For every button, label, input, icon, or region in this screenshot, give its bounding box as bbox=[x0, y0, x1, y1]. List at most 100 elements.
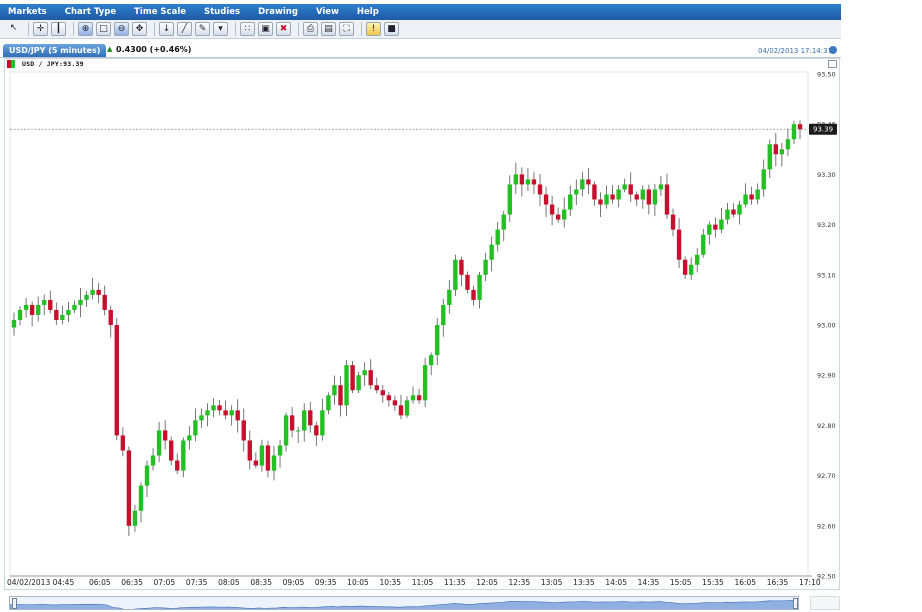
candle-body bbox=[574, 189, 579, 195]
candle-body bbox=[235, 410, 240, 421]
y-tick-label: 93.00 bbox=[817, 322, 836, 330]
x-tick-label: 10:35 bbox=[379, 578, 401, 587]
candle-body bbox=[628, 184, 633, 195]
candle-body bbox=[598, 199, 603, 205]
price-chart[interactable]: 93.5093.4093.3093.2093.1093.0092.9092.80… bbox=[0, 0, 922, 612]
candle-body bbox=[344, 365, 349, 406]
candle-body bbox=[785, 139, 791, 150]
candle-body bbox=[749, 194, 754, 200]
candle-body bbox=[719, 219, 724, 230]
y-tick-label: 92.80 bbox=[817, 422, 836, 430]
candle-body bbox=[616, 189, 621, 200]
candle-body bbox=[96, 289, 101, 295]
candle-body bbox=[84, 294, 89, 300]
navigator-left-handle[interactable] bbox=[12, 598, 17, 609]
candle-body bbox=[162, 430, 168, 441]
candle-body bbox=[295, 430, 301, 432]
candle-body bbox=[580, 179, 585, 190]
candle-body bbox=[767, 144, 772, 170]
y-tick-label: 93.30 bbox=[817, 171, 836, 179]
candle-body bbox=[48, 299, 53, 310]
candle-body bbox=[489, 244, 494, 260]
candle-body bbox=[737, 204, 742, 215]
candle-body bbox=[338, 385, 343, 406]
candle-body bbox=[701, 234, 706, 255]
candle-body bbox=[422, 365, 428, 401]
candle-body bbox=[562, 209, 567, 220]
candle-body bbox=[652, 189, 658, 205]
x-tick-label: 17:10 bbox=[799, 578, 821, 587]
candle-body bbox=[604, 194, 609, 205]
x-tick-label: 14:35 bbox=[638, 578, 660, 587]
candle-body bbox=[114, 325, 119, 436]
candle-body bbox=[392, 400, 398, 406]
candle-body bbox=[731, 209, 736, 215]
y-tick-label: 92.70 bbox=[817, 472, 836, 480]
candle-body bbox=[531, 179, 537, 185]
x-tick-label: 11:05 bbox=[412, 578, 434, 587]
candle-body bbox=[592, 184, 597, 200]
candle-body bbox=[453, 259, 458, 290]
candle-body bbox=[755, 189, 760, 200]
candle-body bbox=[477, 274, 482, 300]
candle-body bbox=[416, 395, 422, 401]
candle-body bbox=[271, 455, 277, 471]
candle-body bbox=[537, 184, 543, 195]
candle-body bbox=[380, 390, 386, 396]
x-tick-label: 13:35 bbox=[573, 578, 595, 587]
candle-body bbox=[471, 289, 476, 300]
candle-body bbox=[441, 304, 446, 325]
candle-body bbox=[743, 194, 748, 205]
candle-body bbox=[495, 229, 500, 245]
candle-body bbox=[241, 420, 246, 441]
candle-body bbox=[229, 410, 234, 416]
candle-body bbox=[78, 299, 83, 305]
candle-body bbox=[549, 204, 555, 215]
y-tick-label: 93.10 bbox=[817, 271, 836, 279]
navigator-right-handle[interactable] bbox=[793, 598, 798, 609]
candle-body bbox=[410, 395, 416, 401]
candle-body bbox=[138, 485, 144, 511]
y-tick-label: 93.20 bbox=[817, 221, 836, 229]
candle-body bbox=[428, 355, 434, 366]
candle-body bbox=[175, 460, 180, 471]
y-tick-label: 92.60 bbox=[817, 522, 836, 530]
candle-body bbox=[144, 465, 150, 486]
navigator-sparkline bbox=[10, 599, 798, 609]
x-tick-label: 08:05 bbox=[218, 578, 240, 587]
candle-body bbox=[253, 460, 259, 466]
x-tick-label: 04/02/2013 04:45 bbox=[7, 578, 74, 587]
candle-body bbox=[283, 415, 289, 446]
candle-body bbox=[132, 510, 138, 526]
candle-body bbox=[465, 274, 470, 290]
candle-body bbox=[435, 325, 440, 356]
candle-body bbox=[187, 435, 192, 441]
x-tick-label: 12:05 bbox=[476, 578, 498, 587]
candle-body bbox=[350, 365, 355, 391]
candle-body bbox=[205, 410, 210, 416]
x-tick-label: 06:35 bbox=[121, 578, 143, 587]
candle-body bbox=[259, 445, 265, 466]
navigator-scrollbar[interactable] bbox=[9, 596, 799, 610]
x-tick-label: 06:05 bbox=[89, 578, 111, 587]
candle-body bbox=[102, 294, 107, 310]
candle-body bbox=[368, 370, 373, 386]
candle-body bbox=[568, 194, 573, 210]
candle-body bbox=[181, 440, 186, 471]
candle-body bbox=[17, 309, 23, 320]
candle-body bbox=[35, 304, 41, 315]
candle-body bbox=[320, 410, 325, 436]
candle-body bbox=[779, 149, 785, 155]
candle-body bbox=[634, 194, 639, 200]
candle-body bbox=[332, 385, 337, 396]
candle-body bbox=[622, 184, 627, 190]
x-tick-label: 13:05 bbox=[541, 578, 563, 587]
candle-body bbox=[60, 314, 65, 320]
candle-body bbox=[193, 420, 198, 436]
candle-body bbox=[707, 224, 712, 235]
candle-body bbox=[640, 189, 645, 200]
candle-body bbox=[761, 169, 766, 190]
candle-body bbox=[725, 209, 730, 220]
candle-body bbox=[670, 214, 676, 230]
candle-body bbox=[150, 455, 156, 466]
